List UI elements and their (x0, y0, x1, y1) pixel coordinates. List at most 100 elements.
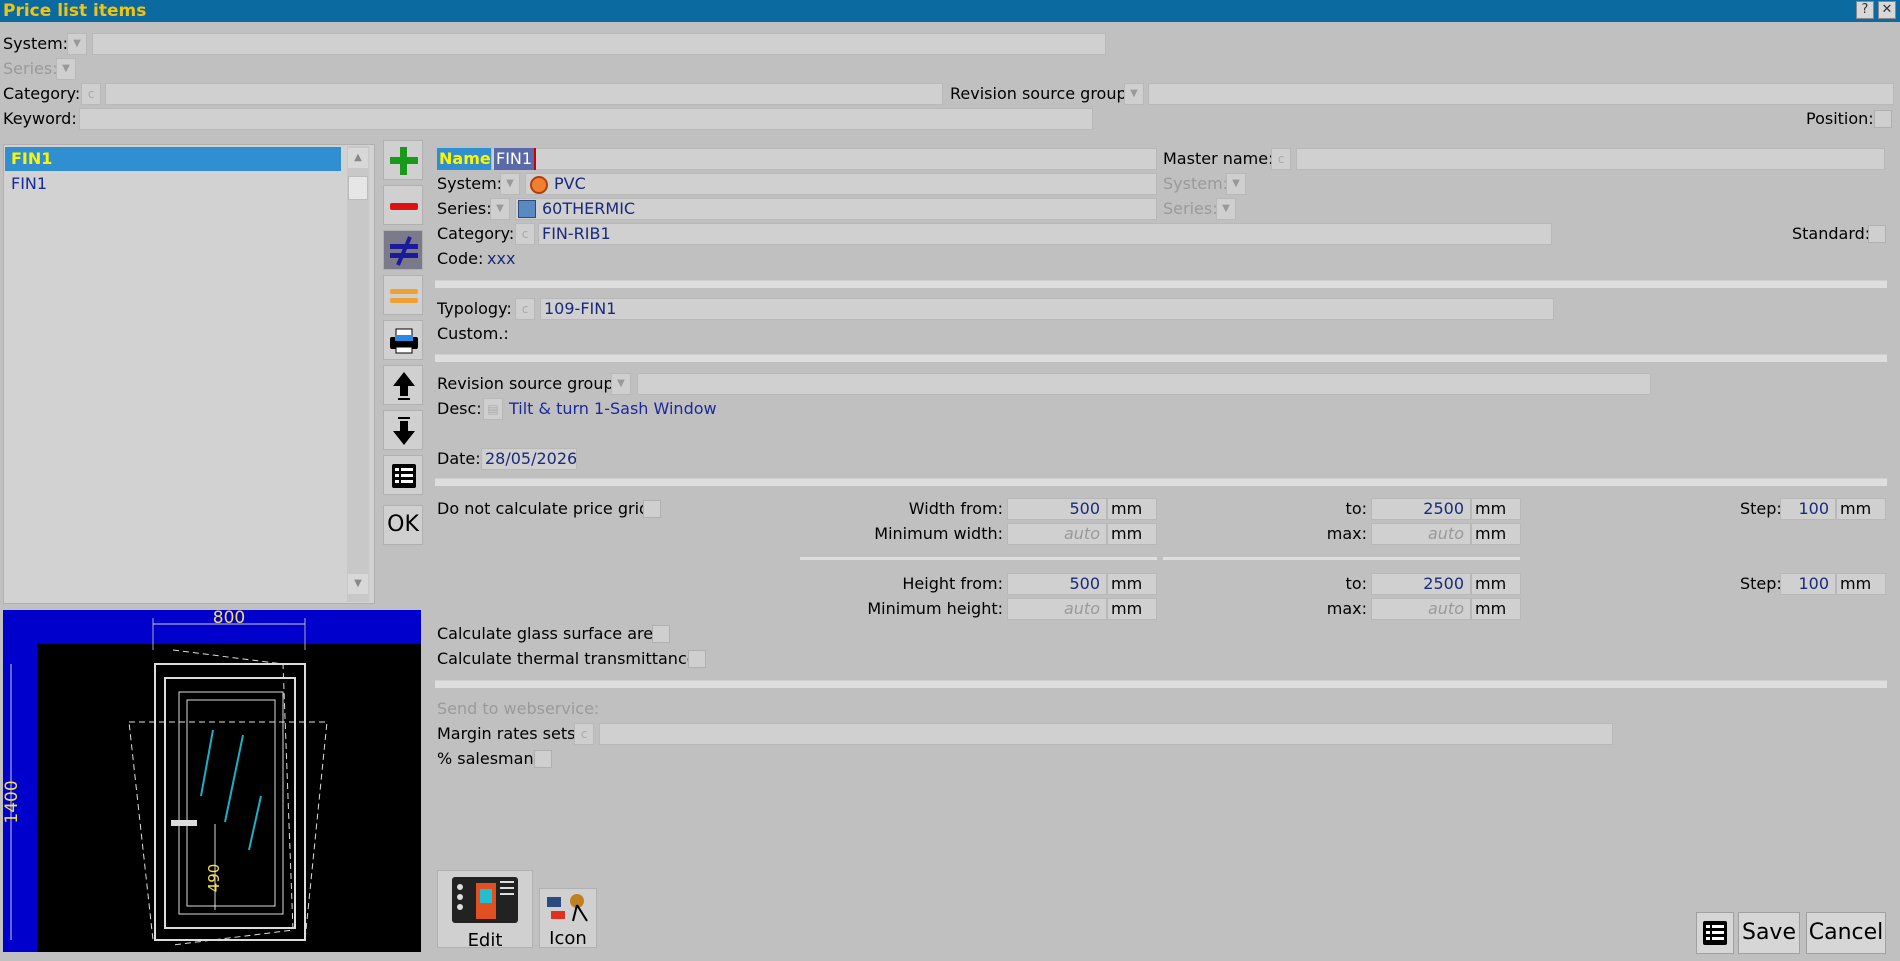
no-calc-checkbox[interactable] (643, 500, 661, 518)
margin-rates-field[interactable] (599, 723, 1613, 745)
filter-revision-dropdown[interactable]: ▼ (1124, 83, 1144, 105)
close-icon[interactable]: ✕ (1878, 1, 1896, 19)
filter-position-checkbox[interactable] (1874, 110, 1892, 128)
system2-dropdown[interactable]: ▼ (1226, 173, 1246, 195)
desc-edit-icon[interactable]: ▤ (483, 398, 503, 420)
width-to-field[interactable]: 2500 (1371, 498, 1471, 520)
max-width-field[interactable]: auto (1371, 523, 1471, 545)
height-step-field[interactable]: 100 (1780, 573, 1836, 595)
height-to-label: to: (1345, 574, 1367, 593)
icon-button[interactable]: Icon (539, 888, 597, 949)
filter-category-code-icon[interactable]: c (81, 83, 101, 105)
list-item[interactable]: FIN1 (5, 147, 341, 171)
grid-button[interactable] (1696, 912, 1734, 954)
width-to-unit: mm (1471, 498, 1521, 520)
filter-position-label: Position: (1806, 109, 1874, 128)
typology-field[interactable]: 109-FIN1 (540, 298, 1554, 320)
table-button[interactable] (383, 455, 423, 495)
custom-label: Custom.: (437, 324, 509, 343)
max-height-unit: mm (1471, 598, 1521, 620)
system-field[interactable]: PVC (525, 173, 1157, 195)
name-field[interactable] (491, 148, 1157, 170)
date-field[interactable]: 28/05/2026 (481, 448, 577, 470)
min-width-unit: mm (1107, 523, 1157, 545)
filter-keyword-field[interactable] (79, 108, 1093, 130)
window-drawing: 800 1400 490 (2, 608, 421, 952)
filter-system-dropdown[interactable]: ▼ (67, 33, 87, 55)
separator (800, 557, 1157, 560)
arrow-down-icon (393, 417, 415, 445)
filter-keyword-label: Keyword: (3, 109, 77, 128)
save-button[interactable]: Save (1738, 912, 1800, 954)
move-up-button[interactable] (383, 365, 423, 405)
icon-picker-icon (547, 894, 588, 922)
width-step-field[interactable]: 100 (1780, 498, 1836, 520)
series-field[interactable]: 60THERMIC (515, 198, 1157, 220)
scroll-down-icon[interactable]: ▼ (348, 574, 368, 594)
scroll-up-icon[interactable]: ▲ (348, 148, 368, 168)
list-item[interactable]: FIN1 (5, 172, 341, 196)
series-dropdown[interactable]: ▼ (490, 198, 510, 220)
width-to-label: to: (1345, 499, 1367, 518)
standard-checkbox[interactable] (1868, 225, 1886, 243)
separator (435, 680, 1887, 688)
separator (1163, 557, 1520, 560)
revision-dropdown[interactable]: ▼ (611, 373, 631, 395)
max-width-unit: mm (1471, 523, 1521, 545)
min-height-field[interactable]: auto (1007, 598, 1107, 620)
min-width-label: Minimum width: (874, 524, 1003, 543)
master-name-field[interactable] (1296, 148, 1885, 170)
filter-system-field[interactable] (92, 33, 1106, 55)
thermal-checkbox[interactable] (688, 650, 706, 668)
compare-button[interactable] (383, 230, 423, 270)
minus-icon (390, 203, 418, 210)
move-down-button[interactable] (383, 410, 423, 450)
filter-category-field[interactable] (105, 83, 943, 105)
max-height-field[interactable]: auto (1371, 598, 1471, 620)
equal-button[interactable] (383, 275, 423, 315)
separator (435, 354, 1887, 362)
category-code-icon[interactable]: c (515, 223, 535, 245)
table-icon (1703, 921, 1727, 945)
series2-dropdown[interactable]: ▼ (1216, 198, 1236, 220)
height-to-field[interactable]: 2500 (1371, 573, 1471, 595)
filter-revision-field[interactable] (1148, 83, 1894, 105)
help-icon[interactable]: ? (1856, 1, 1874, 19)
margin-rates-label: Margin rates sets: (437, 724, 581, 743)
code-label: Code: (437, 249, 484, 268)
height-to-unit: mm (1471, 573, 1521, 595)
date-label: Date: (437, 449, 481, 468)
min-height-label: Minimum height: (867, 599, 1003, 618)
scroll-thumb[interactable] (348, 176, 368, 200)
master-name-code-icon[interactable]: c (1271, 148, 1291, 170)
name-value[interactable]: FIN1 (494, 148, 537, 170)
edit-window-icon (452, 877, 518, 923)
name-label: Name: (437, 148, 500, 170)
arrow-up-icon (393, 372, 415, 400)
salesman-checkbox[interactable] (534, 750, 552, 768)
remove-button[interactable] (383, 185, 423, 225)
salesman-label: % salesman: (437, 749, 539, 768)
min-width-field[interactable]: auto (1007, 523, 1107, 545)
height-from-field[interactable]: 500 (1007, 573, 1107, 595)
list-scrollbar[interactable] (347, 146, 369, 602)
add-button[interactable] (383, 140, 423, 180)
ok-button[interactable]: OK (383, 505, 423, 545)
print-button[interactable] (383, 320, 423, 360)
height-step-label: Step: (1740, 574, 1782, 593)
width-from-field[interactable]: 500 (1007, 498, 1107, 520)
glass-area-checkbox[interactable] (652, 625, 670, 643)
margin-rates-code-icon[interactable]: c (574, 723, 594, 745)
width-step-unit: mm (1836, 498, 1886, 520)
edit-label: Edit (467, 930, 503, 951)
system-dropdown[interactable]: ▼ (500, 173, 520, 195)
revision-field[interactable] (637, 373, 1651, 395)
desc-label: Desc: (437, 399, 482, 418)
edit-button[interactable]: Edit (437, 870, 533, 951)
system-label: System: (437, 174, 503, 193)
typology-code-icon[interactable]: c (515, 298, 535, 320)
handle-dimension: 490 (205, 864, 223, 893)
filter-series-dropdown[interactable]: ▼ (56, 58, 76, 80)
cancel-button[interactable]: Cancel (1806, 912, 1886, 954)
category-field[interactable]: FIN-RIB1 (538, 223, 1552, 245)
